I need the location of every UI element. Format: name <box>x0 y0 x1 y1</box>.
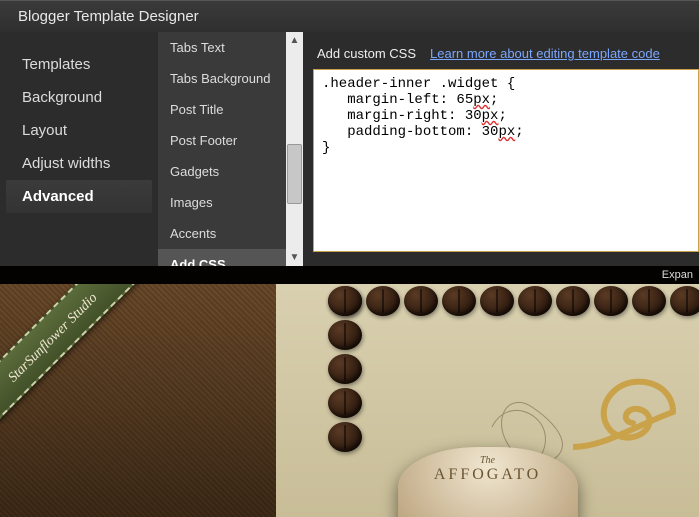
subnav-accents[interactable]: Accents <box>158 218 286 249</box>
cup-label: AFFOGATO <box>434 466 541 484</box>
subnav-tabs-text[interactable]: Tabs Text <box>158 32 286 63</box>
coffee-bean-icon <box>594 286 628 316</box>
coffee-bean-icon <box>328 320 362 350</box>
nav-background[interactable]: Background <box>0 81 158 114</box>
scroll-thumb[interactable] <box>287 144 302 204</box>
coffee-bean-icon <box>366 286 400 316</box>
corner-ribbon: StarSunflower Studio <box>0 284 140 424</box>
ribbon-label: StarSunflower Studio <box>0 284 140 424</box>
expand-link[interactable]: Expan <box>662 269 693 281</box>
coffee-bean-icon <box>328 422 362 452</box>
cup-script: The <box>480 455 495 466</box>
nav-layout[interactable]: Layout <box>0 114 158 147</box>
coffee-bean-icon <box>518 286 552 316</box>
editor-header: Add custom CSS Learn more about editing … <box>317 46 695 61</box>
coffee-bean-icon <box>328 354 362 384</box>
coffee-cup-logo: The AFFOGATO <box>398 447 578 517</box>
nav-adjust-widths[interactable]: Adjust widths <box>0 147 158 180</box>
coffee-bean-icon <box>632 286 666 316</box>
subnav-gadgets[interactable]: Gadgets <box>158 156 286 187</box>
css-editor-pane: Add custom CSS Learn more about editing … <box>303 32 699 266</box>
advanced-subnav: Tabs Text Tabs Background Post Title Pos… <box>158 32 286 266</box>
scroll-down-icon[interactable]: ▼ <box>286 249 303 266</box>
app-header: Blogger Template Designer <box>0 0 699 32</box>
subnav-post-footer[interactable]: Post Footer <box>158 125 286 156</box>
subnav-images[interactable]: Images <box>158 187 286 218</box>
nav-advanced[interactable]: Advanced <box>6 180 152 213</box>
subnav-scrollbar[interactable]: ▲ ▼ <box>286 32 303 266</box>
nav-templates[interactable]: Templates <box>0 48 158 81</box>
editor-heading: Add custom CSS <box>317 46 416 61</box>
spiral-decoration-icon <box>573 367 683 457</box>
coffee-bean-icon <box>328 388 362 418</box>
css-code-input[interactable]: .header-inner .widget { margin-left: 65p… <box>313 69 699 252</box>
learn-more-link[interactable]: Learn more about editing template code <box>430 46 660 61</box>
subnav-post-title[interactable]: Post Title <box>158 94 286 125</box>
preview-sidebar-texture: StarSunflower Studio <box>0 284 276 517</box>
coffee-bean-icon <box>480 286 514 316</box>
coffee-bean-icon <box>328 286 362 316</box>
preview-main-texture: The AFFOGATO <box>276 284 699 517</box>
coffee-bean-icon <box>404 286 438 316</box>
subnav-tabs-background[interactable]: Tabs Background <box>158 63 286 94</box>
designer-body: Templates Background Layout Adjust width… <box>0 32 699 266</box>
scroll-up-icon[interactable]: ▲ <box>286 32 303 49</box>
coffee-bean-border-top <box>326 284 699 318</box>
expand-bar: Expan <box>0 266 699 284</box>
app-title: Blogger Template Designer <box>18 8 199 25</box>
primary-nav: Templates Background Layout Adjust width… <box>0 32 158 266</box>
coffee-bean-icon <box>670 286 699 316</box>
coffee-bean-icon <box>556 286 590 316</box>
coffee-bean-icon <box>442 286 476 316</box>
template-preview: Expan StarSunflower Studio <box>0 266 699 517</box>
